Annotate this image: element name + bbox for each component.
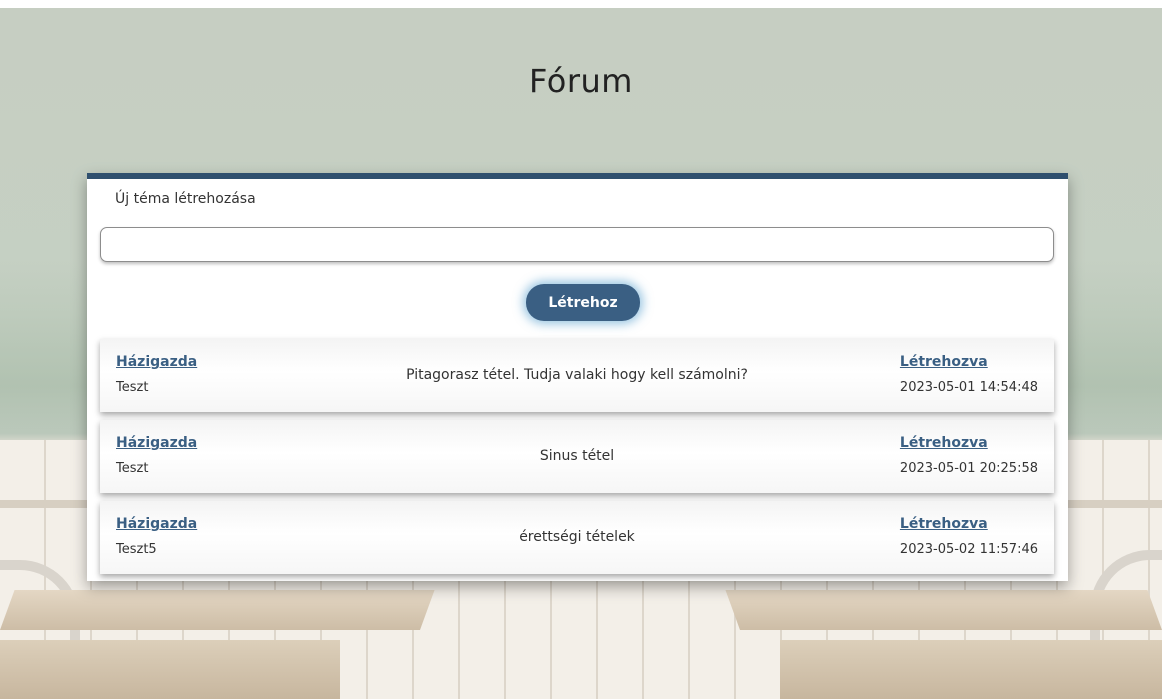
host-label[interactable]: Házigazda — [116, 516, 197, 532]
desk-right-lower — [780, 640, 1162, 699]
topic-host: Házigazda Teszt5 — [116, 516, 197, 557]
wall-top-strip — [0, 0, 1162, 8]
created-date: 2023-05-02 11:57:46 — [899, 542, 1038, 557]
host-label[interactable]: Házigazda — [116, 354, 197, 370]
created-label[interactable]: Létrehozva — [900, 354, 1038, 370]
topic-title[interactable]: Pitagorasz tétel. Tudja valaki hogy kell… — [330, 367, 824, 383]
host-name: Teszt — [116, 461, 149, 476]
created-date: 2023-05-01 20:25:58 — [899, 461, 1038, 476]
page-title: Fórum — [529, 62, 633, 100]
topic-created: Létrehozva 2023-05-01 20:25:58 — [900, 435, 1038, 476]
desk-left — [0, 590, 435, 630]
host-label[interactable]: Házigazda — [116, 435, 197, 451]
topic-title[interactable]: Sinus tétel — [330, 448, 824, 464]
topic-created: Létrehozva 2023-05-02 11:57:46 — [900, 516, 1038, 557]
desk-right — [725, 590, 1162, 630]
new-topic-input[interactable] — [100, 227, 1054, 262]
created-label[interactable]: Létrehozva — [900, 516, 1038, 532]
topic-host: Házigazda Teszt — [116, 354, 197, 395]
topic-list: Házigazda Teszt Pitagorasz tétel. Tudja … — [100, 339, 1054, 582]
topic-created: Létrehozva 2023-05-01 14:54:48 — [900, 354, 1038, 395]
topic-title[interactable]: érettségi tételek — [330, 529, 824, 545]
created-date: 2023-05-01 14:54:48 — [899, 380, 1038, 395]
topic-row[interactable]: Házigazda Teszt Pitagorasz tétel. Tudja … — [100, 339, 1054, 412]
topic-host: Házigazda Teszt — [116, 435, 197, 476]
desk-left-lower — [0, 640, 340, 699]
topic-row[interactable]: Házigazda Teszt Sinus tétel Létrehozva 2… — [100, 420, 1054, 493]
new-topic-label: Új téma létrehozása — [115, 191, 256, 207]
create-topic-button[interactable]: Létrehoz — [526, 284, 640, 321]
created-label[interactable]: Létrehozva — [900, 435, 1038, 451]
forum-card: Új téma létrehozása Létrehoz Házigazda T… — [87, 173, 1068, 581]
host-name: Teszt5 — [116, 542, 157, 557]
host-name: Teszt — [116, 380, 149, 395]
topic-row[interactable]: Házigazda Teszt5 érettségi tételek Létre… — [100, 501, 1054, 574]
